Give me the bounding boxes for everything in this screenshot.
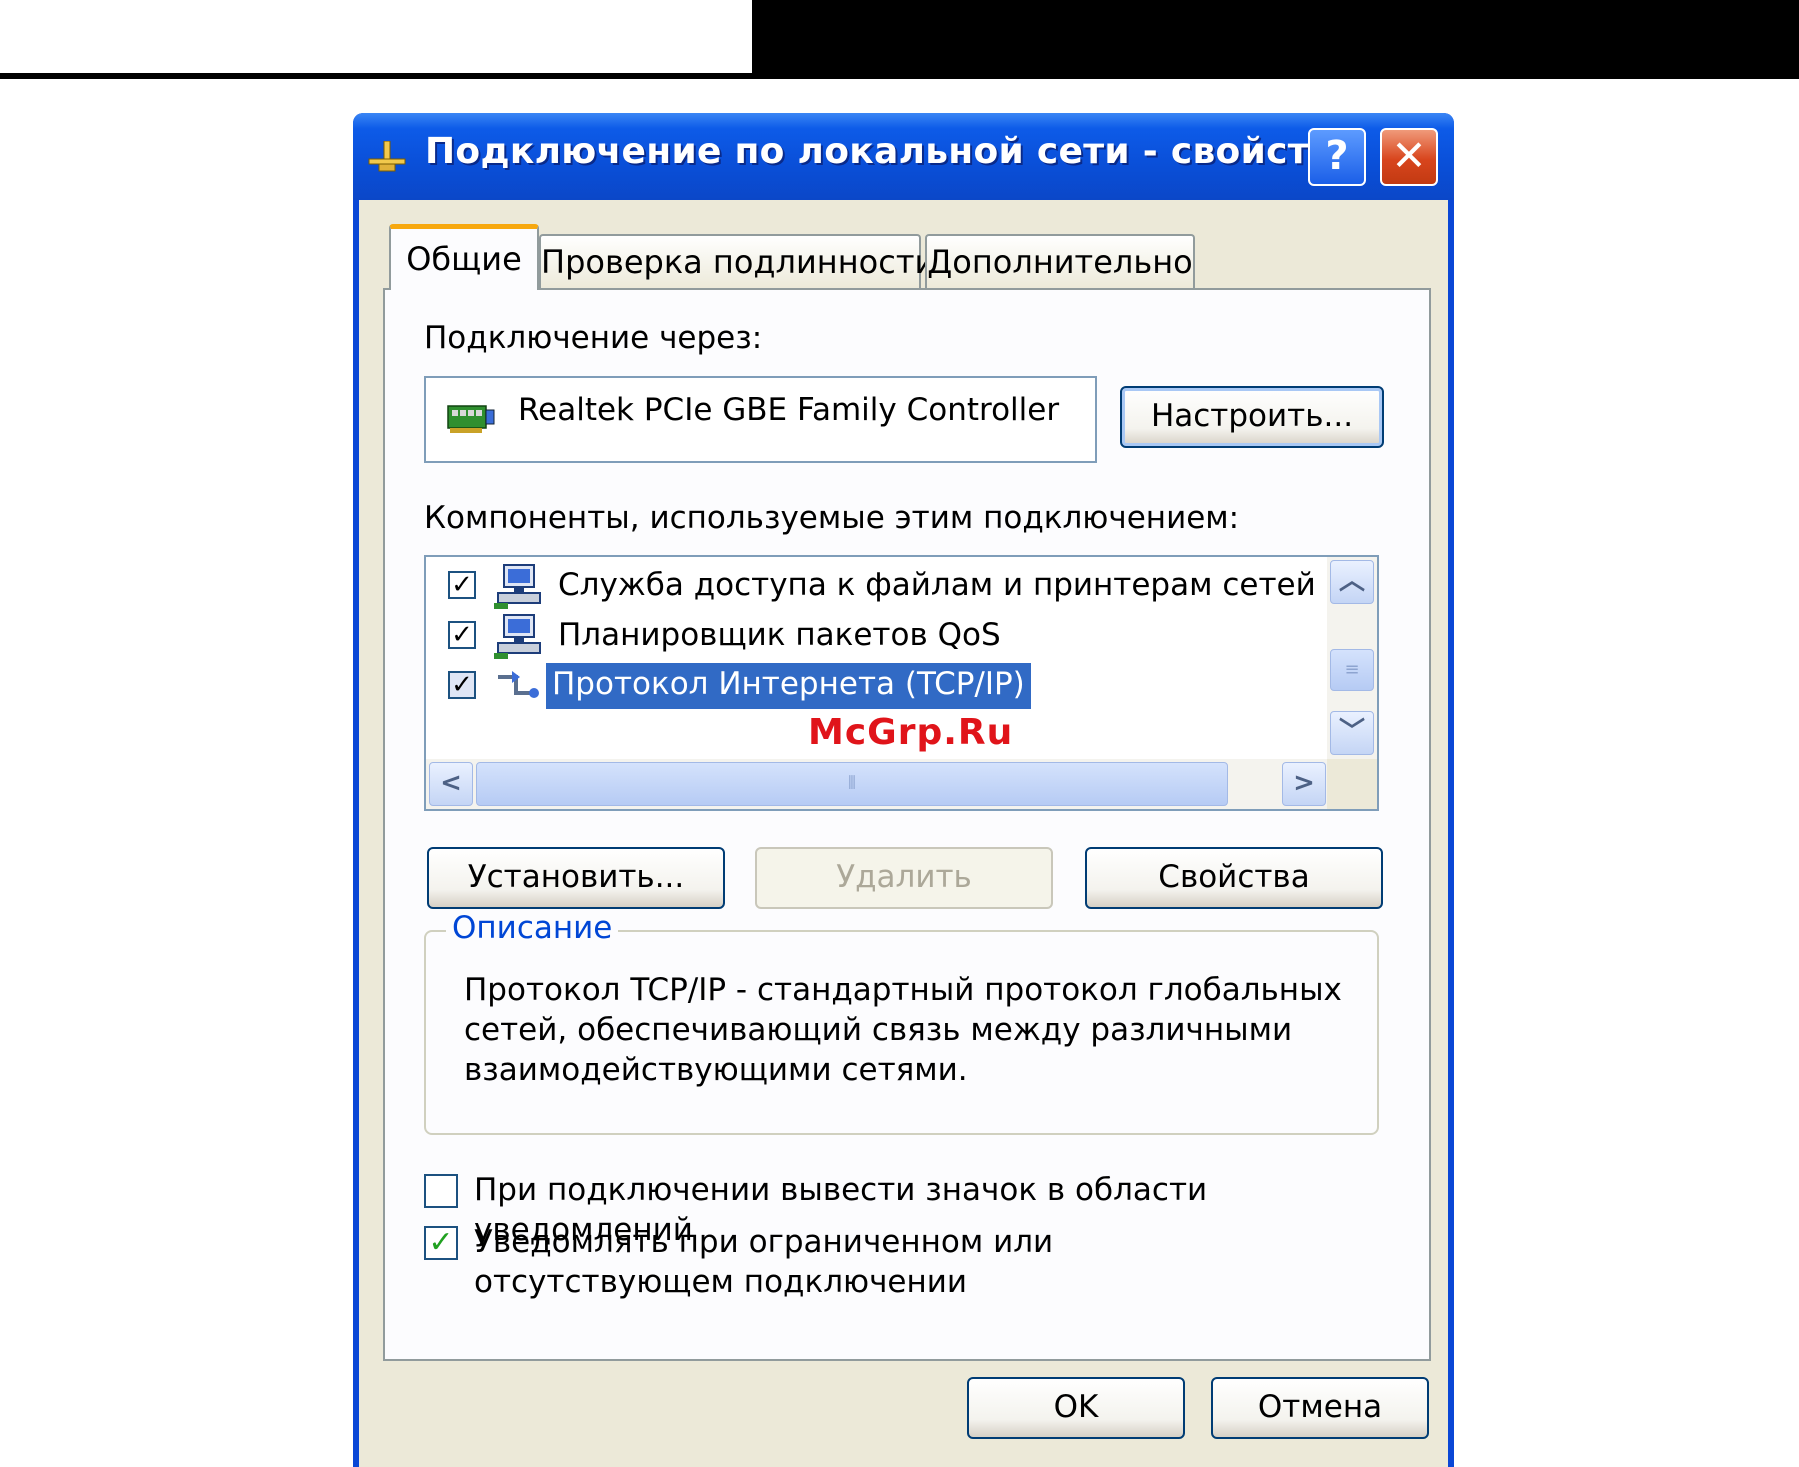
component-checkbox[interactable]: ✓ (448, 571, 476, 599)
vertical-scroll-thumb[interactable]: ≡ (1330, 649, 1374, 691)
title-bar[interactable]: Подключение по локальной сети - свойства… (353, 113, 1454, 200)
adapter-field: Realtek PCIe GBE Family Controller (424, 376, 1097, 463)
dialog-client-area: Общие Проверка подлинности Дополнительно… (359, 200, 1448, 1467)
show-icon-checkbox[interactable] (424, 1174, 458, 1208)
scroll-up-icon[interactable]: ︿ (1330, 560, 1374, 604)
list-item[interactable]: ✓ Планировщик пакетов QoS (426, 611, 1326, 661)
scroll-left-icon[interactable]: < (429, 762, 473, 806)
cancel-button[interactable]: Отмена (1211, 1377, 1429, 1439)
tab-advanced[interactable]: Дополнительно (925, 234, 1195, 290)
window-title: Подключение по локальной сети - свойства (425, 131, 1357, 172)
notify-label: Уведомлять при ограниченном или отсутств… (474, 1224, 1054, 1300)
ok-button[interactable]: OK (967, 1377, 1185, 1439)
components-list[interactable]: ✓ Служба доступа к файлам и принтерам се… (424, 555, 1379, 811)
scrollbar-corner (1327, 759, 1377, 809)
install-button[interactable]: Установить... (427, 847, 725, 909)
close-icon: ✕ (1391, 131, 1427, 180)
network-service-icon (494, 614, 541, 659)
protocol-icon (498, 671, 539, 698)
properties-dialog: Подключение по локальной сети - свойства… (353, 113, 1454, 1467)
list-item[interactable]: ✓ Протокол Интернета (TCP/IP) (426, 661, 1326, 711)
watermark-text: McGrp.Ru (808, 712, 1014, 753)
network-adapter-icon (447, 405, 495, 433)
help-button[interactable]: ? (1308, 128, 1366, 186)
component-label: Планировщик пакетов QoS (558, 617, 1001, 653)
component-checkbox[interactable]: ✓ (448, 621, 476, 649)
close-button[interactable]: ✕ (1380, 128, 1438, 186)
scroll-down-icon[interactable]: ﹀ (1330, 711, 1374, 755)
component-label-selected: Протокол Интернета (TCP/IP) (546, 663, 1031, 709)
adapter-name: Realtek PCIe GBE Family Controller (518, 392, 1060, 428)
page-header-bar (752, 0, 1799, 76)
network-service-icon (494, 564, 541, 609)
horizontal-scrollbar[interactable]: < ⦀ > (426, 759, 1329, 809)
scroll-right-icon[interactable]: > (1282, 762, 1326, 806)
notify-checkbox[interactable]: ✓ (424, 1226, 458, 1260)
description-group: Описание Протокол TCP/IP - стандартный п… (424, 910, 1379, 1135)
list-item[interactable]: ✓ Служба доступа к файлам и принтерам се… (426, 561, 1377, 611)
uninstall-button[interactable]: Удалить (755, 847, 1053, 909)
tab-authentication[interactable]: Проверка подлинности (539, 234, 935, 290)
components-label: Компоненты, используемые этим подключени… (424, 500, 1240, 536)
configure-button[interactable]: Настроить... (1120, 386, 1384, 448)
component-label: Служба доступа к файлам и принтерам сете… (558, 567, 1379, 603)
vertical-scrollbar[interactable]: ︿ ≡ ﹀ (1327, 557, 1377, 760)
tab-general[interactable]: Общие (389, 224, 539, 290)
horizontal-scroll-thumb[interactable]: ⦀ (476, 762, 1228, 806)
description-text: Протокол TCP/IP - стандартный протокол г… (464, 972, 1342, 1088)
connect-using-label: Подключение через: (424, 320, 763, 356)
general-tab-panel: Подключение через: Realtek PCIe GBE Fami… (383, 288, 1431, 1361)
description-legend: Описание (446, 910, 619, 946)
network-connection-icon (368, 141, 406, 172)
properties-button[interactable]: Свойства (1085, 847, 1383, 909)
component-checkbox[interactable]: ✓ (448, 671, 476, 699)
page-header-rule (0, 73, 1799, 79)
